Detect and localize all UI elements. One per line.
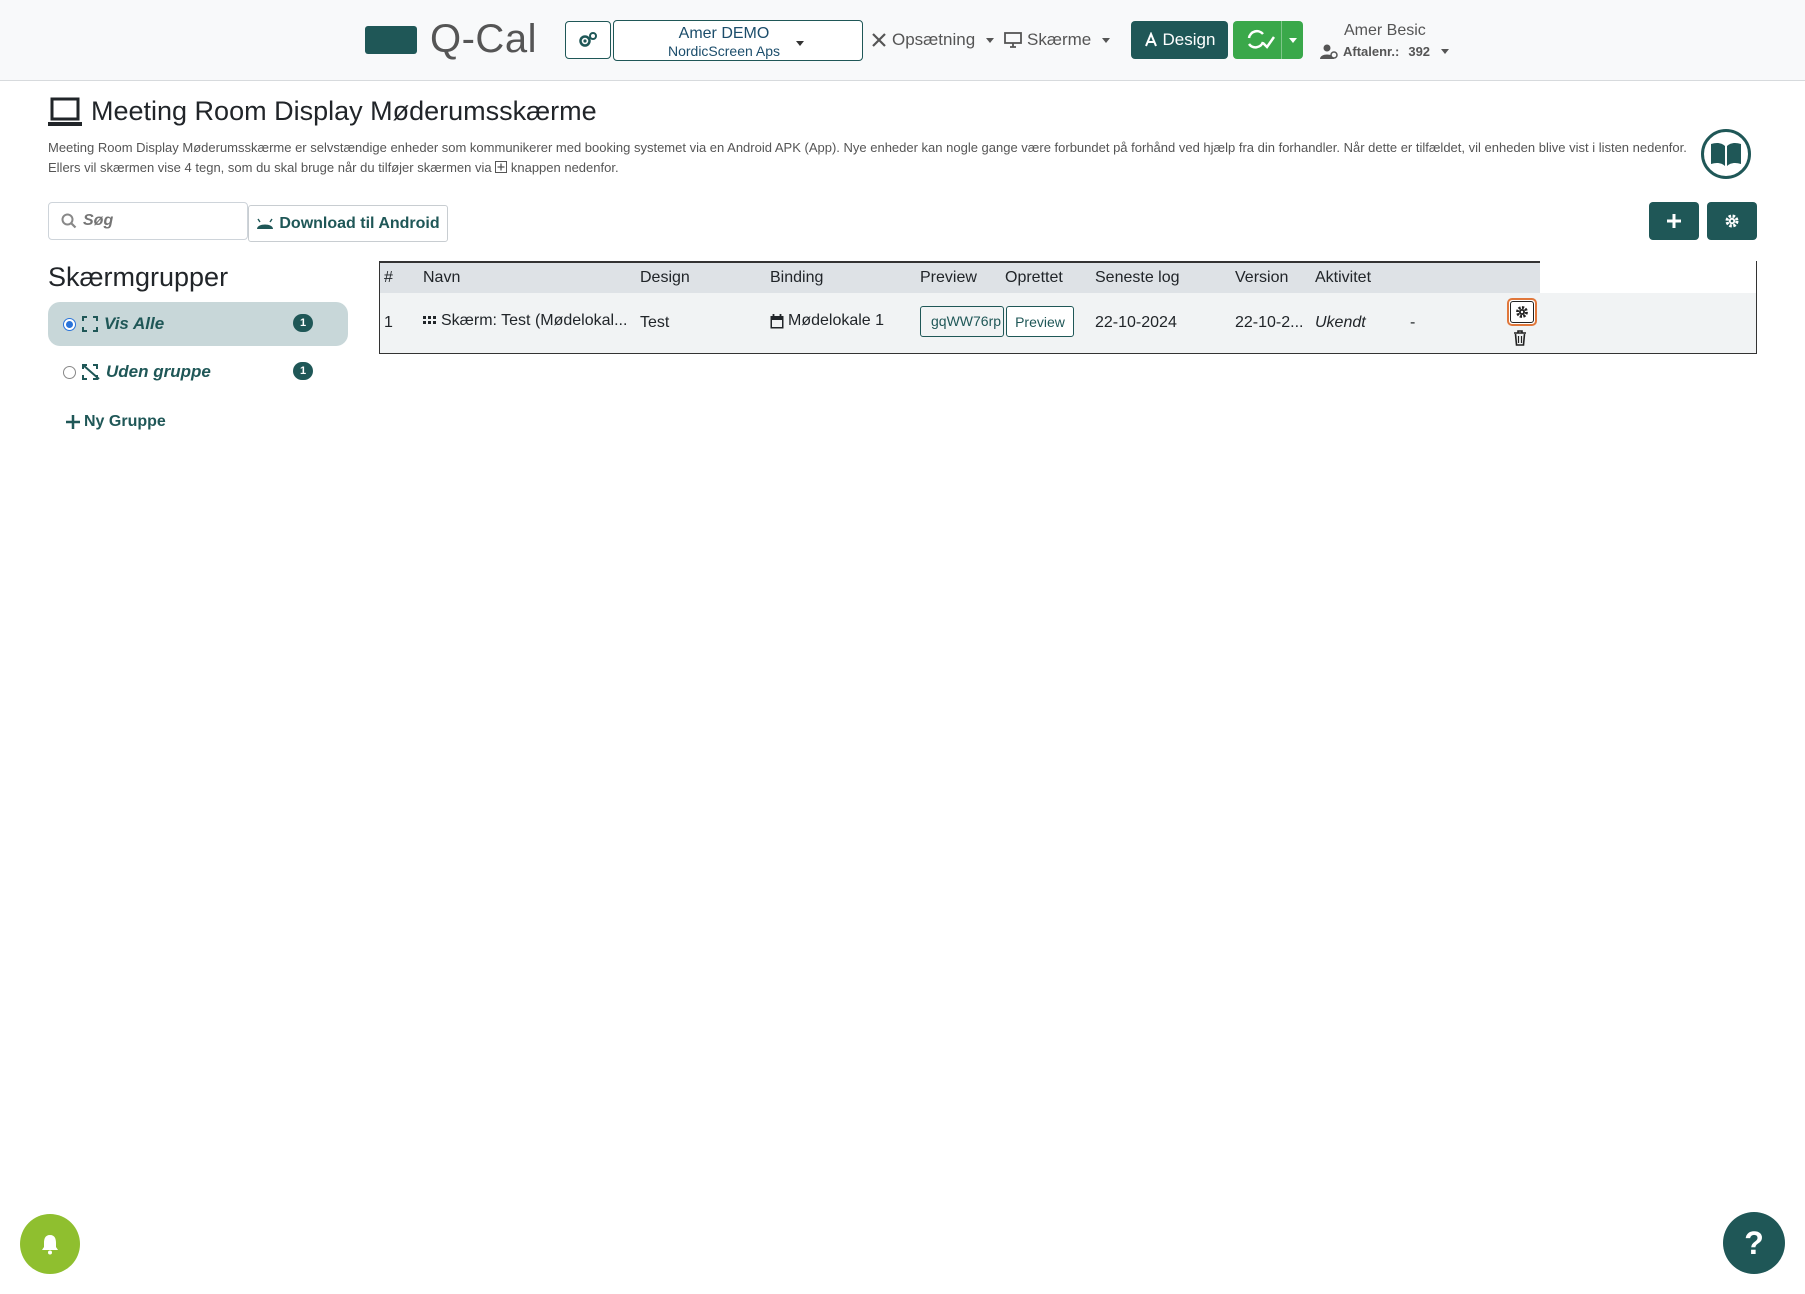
calendar-icon — [770, 313, 784, 328]
group-item-uden-gruppe[interactable]: Uden gruppe 1 — [48, 350, 348, 394]
group-radio[interactable] — [63, 317, 76, 331]
chevron-down-icon — [796, 41, 804, 46]
row-activity: - — [1410, 314, 1416, 331]
group-count-badge: 1 — [293, 362, 313, 380]
gear-icon — [1725, 214, 1739, 228]
col-header-preview: Preview — [920, 269, 977, 286]
account-selector[interactable]: Amer DEMO NordicScreen Aps — [613, 20, 863, 61]
user-name[interactable]: Amer Besic — [1344, 22, 1426, 40]
col-header-version[interactable]: Version — [1235, 269, 1288, 287]
design-button-label: Design — [1162, 30, 1216, 49]
col-header-oprettet[interactable]: Oprettet — [1005, 269, 1063, 287]
row-binding-cell: Mødelokale 1 — [770, 312, 884, 330]
logo-mark[interactable] — [365, 26, 417, 54]
aftalenr-label: Aftalenr.: — [1343, 43, 1400, 59]
row-settings-button[interactable] — [1507, 298, 1537, 326]
expand-icon — [82, 316, 98, 332]
logo-text[interactable]: Q-Cal — [430, 17, 537, 62]
table-header: # Navn Design Binding Preview Oprettet S… — [380, 261, 1540, 293]
laptop-icon — [48, 97, 82, 126]
group-label: Uden gruppe — [106, 362, 211, 381]
tools-icon — [872, 33, 886, 47]
account-settings-button[interactable] — [565, 21, 611, 59]
aftalenr-value: 392 — [1408, 43, 1431, 59]
row-num: 1 — [384, 314, 393, 331]
page-description-text: Meeting Room Display Møderumsskærme er s… — [48, 140, 1687, 175]
plus-square-icon — [495, 161, 508, 173]
group-item-vis-alle[interactable]: Vis Alle 1 — [48, 302, 348, 346]
pen-icon — [1144, 32, 1157, 47]
new-group-button[interactable]: Ny Gruppe — [66, 413, 166, 431]
col-header-seneste-log[interactable]: Seneste log — [1095, 269, 1180, 287]
page-description: Meeting Room Display Møderumsskærme er s… — [48, 138, 1698, 178]
no-group-icon — [82, 364, 100, 380]
plus-icon — [66, 415, 80, 429]
row-name: Skærm: Test (Mødelokal... — [441, 312, 628, 329]
nav-skaerme[interactable]: Skærme — [1004, 30, 1111, 50]
chevron-down-icon — [986, 37, 995, 43]
page-title: Meeting Room Display Møderumsskærme — [91, 96, 597, 126]
table-row[interactable]: 1 Skærm: Test (Mødelokal... Test Mødelok… — [380, 293, 1756, 353]
grid-dots-icon — [423, 316, 436, 324]
row-created: 22-10-2024 — [1095, 314, 1177, 331]
row-binding: Mødelokale 1 — [788, 312, 885, 329]
chevron-down-icon — [1441, 48, 1450, 54]
sync-button[interactable] — [1233, 21, 1303, 59]
nav-skaerme-label: Skærme — [1027, 30, 1092, 49]
notifications-button[interactable] — [20, 1214, 80, 1274]
preview-button[interactable]: Preview — [1006, 306, 1074, 337]
download-android-label: Download til Android — [279, 214, 440, 232]
help-book-button[interactable] — [1701, 129, 1751, 179]
row-version: Ukendt — [1315, 314, 1366, 331]
plus-icon — [1667, 214, 1681, 228]
row-name-cell[interactable]: Skærm: Test (Mødelokal... — [423, 312, 627, 330]
sync-dropdown-toggle[interactable] — [1281, 21, 1303, 59]
page-header: Meeting Room Display Møderumsskærme — [48, 96, 597, 127]
group-radio[interactable] — [63, 365, 76, 379]
col-header-navn[interactable]: Navn — [423, 269, 460, 287]
android-icon — [257, 218, 274, 229]
screen-groups-title: Skærmgrupper — [48, 262, 229, 292]
group-label: Vis Alle — [104, 314, 165, 333]
search-field[interactable] — [48, 202, 248, 240]
col-header-binding[interactable]: Binding — [770, 269, 823, 287]
sync-check-icon — [1247, 29, 1275, 49]
preview-code-field[interactable]: gqWW76rp — [920, 306, 1004, 337]
row-design: Test — [640, 314, 670, 331]
gears-icon — [579, 32, 597, 47]
page-description-text-end: knappen nedenfor. — [510, 160, 619, 175]
monitor-icon — [1004, 32, 1022, 48]
col-header-design[interactable]: Design — [640, 269, 690, 287]
top-navbar: Q-Cal Amer DEMO NordicScreen Aps Opsætni… — [0, 0, 1805, 81]
gear-icon — [1516, 306, 1528, 318]
screens-table: # Navn Design Binding Preview Oprettet S… — [379, 261, 1757, 354]
trash-icon[interactable] — [1513, 330, 1527, 346]
col-header-aktivitet[interactable]: Aktivitet — [1315, 269, 1371, 287]
search-icon — [61, 213, 77, 229]
add-screen-button[interactable] — [1649, 202, 1699, 240]
user-gear-icon — [1320, 44, 1338, 59]
chevron-down-icon — [1288, 37, 1297, 43]
nav-opsaetning-label: Opsætning — [892, 30, 976, 49]
new-group-label: Ny Gruppe — [84, 413, 166, 430]
download-android-button[interactable]: Download til Android — [248, 205, 448, 242]
book-open-icon — [1711, 142, 1741, 166]
row-last-log: 22-10-2... — [1235, 314, 1304, 331]
col-header-num: # — [384, 269, 393, 286]
group-count-badge: 1 — [293, 314, 313, 332]
search-input[interactable] — [83, 212, 233, 230]
bell-icon — [42, 1235, 58, 1255]
design-button[interactable]: Design — [1131, 21, 1228, 59]
nav-opsaetning[interactable]: Opsætning — [871, 30, 995, 50]
settings-button[interactable] — [1707, 202, 1757, 240]
user-menu[interactable]: Aftalenr.: 392 — [1320, 43, 1450, 59]
help-button[interactable]: ? — [1723, 1212, 1785, 1274]
chevron-down-icon — [1102, 37, 1111, 43]
